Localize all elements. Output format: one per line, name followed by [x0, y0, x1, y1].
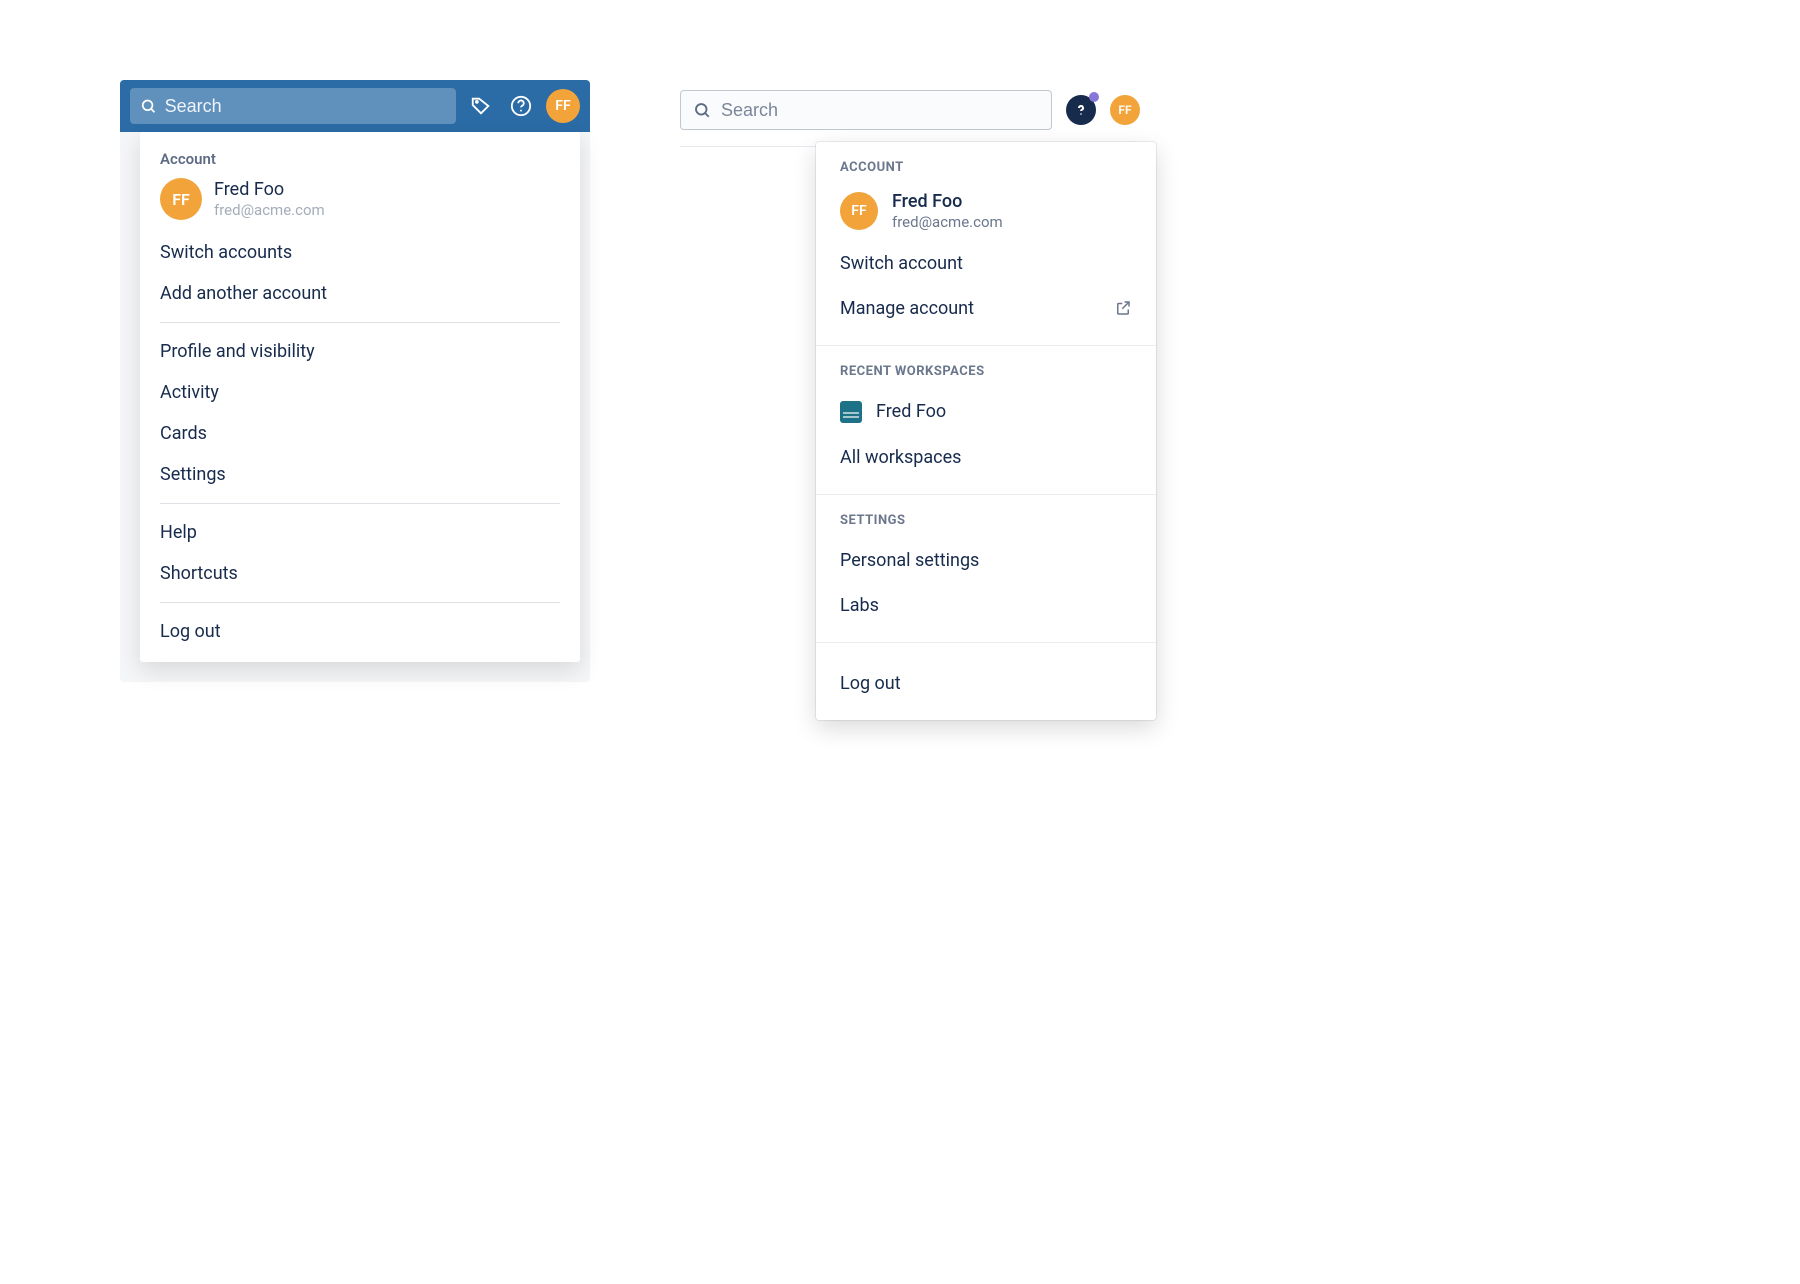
- avatar-right-header[interactable]: FF: [1110, 95, 1140, 125]
- help-icon: [1073, 102, 1089, 118]
- tag-icon-button[interactable]: [466, 91, 496, 121]
- section-logout-right: Log out: [816, 643, 1156, 720]
- menu-item-logout-right[interactable]: Log out: [816, 661, 1156, 706]
- menu-item-settings-left[interactable]: Settings: [140, 454, 580, 495]
- help-icon-button-left[interactable]: [506, 91, 536, 121]
- left-app-panel: FF Account FF Fred Foo fred@acme.com Swi…: [120, 80, 590, 682]
- section-recent-workspaces: Recent Workspaces Fred Foo All workspace…: [816, 346, 1156, 495]
- divider: [160, 602, 560, 603]
- right-header-bar: FF: [680, 90, 1140, 147]
- user-email-left: fred@acme.com: [214, 201, 325, 219]
- account-menu-right: Account FF Fred Foo fred@acme.com Switch…: [816, 142, 1156, 720]
- menu-item-manage-account[interactable]: Manage account: [816, 286, 1156, 331]
- menu-item-help[interactable]: Help: [140, 512, 580, 553]
- search-box-left[interactable]: [130, 88, 456, 124]
- section-account-right: Account FF Fred Foo fred@acme.com Switch…: [816, 142, 1156, 346]
- user-info-row-left: FF Fred Foo fred@acme.com: [140, 178, 580, 232]
- account-menu-left: Account FF Fred Foo fred@acme.com Switch…: [140, 132, 580, 662]
- menu-item-add-another-account[interactable]: Add another account: [140, 273, 580, 314]
- search-icon: [693, 101, 711, 119]
- avatar-left-menu: FF: [160, 178, 202, 220]
- menu-item-logout-left[interactable]: Log out: [140, 611, 580, 652]
- divider: [160, 322, 560, 323]
- workspace-icon: [840, 401, 862, 423]
- search-box-right[interactable]: [680, 90, 1052, 130]
- notification-dot: [1089, 92, 1099, 102]
- section-title-account-right: Account: [816, 160, 1156, 185]
- tag-icon: [470, 95, 492, 117]
- section-title-recent: Recent Workspaces: [816, 364, 1156, 389]
- search-icon: [140, 97, 157, 115]
- menu-item-all-workspaces[interactable]: All workspaces: [816, 435, 1156, 480]
- user-email-right: fred@acme.com: [892, 213, 1003, 231]
- search-input-right[interactable]: [721, 100, 1039, 121]
- divider: [160, 503, 560, 504]
- search-input-left[interactable]: [165, 96, 446, 117]
- menu-item-cards[interactable]: Cards: [140, 413, 580, 454]
- workspace-name-label: Fred Foo: [876, 401, 946, 422]
- menu-item-shortcuts[interactable]: Shortcuts: [140, 553, 580, 594]
- avatar-left-header[interactable]: FF: [546, 89, 580, 123]
- left-body: Account FF Fred Foo fred@acme.com Switch…: [120, 132, 590, 682]
- right-app-panel: FF Account FF Fred Foo fred@acme.com Swi…: [680, 90, 1140, 147]
- menu-item-profile-visibility[interactable]: Profile and visibility: [140, 331, 580, 372]
- user-name-right: Fred Foo: [892, 191, 1003, 213]
- help-icon: [510, 95, 532, 117]
- external-link-icon: [1114, 299, 1132, 317]
- menu-item-switch-accounts[interactable]: Switch accounts: [140, 232, 580, 273]
- menu-item-activity[interactable]: Activity: [140, 372, 580, 413]
- section-settings-right: Settings Personal settings Labs: [816, 495, 1156, 643]
- manage-account-label: Manage account: [840, 298, 974, 319]
- menu-item-labs[interactable]: Labs: [816, 583, 1156, 628]
- menu-item-personal-settings[interactable]: Personal settings: [816, 538, 1156, 583]
- user-info-row-right: FF Fred Foo fred@acme.com: [816, 185, 1156, 241]
- menu-item-switch-account[interactable]: Switch account: [816, 241, 1156, 286]
- menu-item-workspace[interactable]: Fred Foo: [816, 389, 1156, 435]
- help-icon-button-right[interactable]: [1066, 95, 1096, 125]
- section-title-settings: Settings: [816, 513, 1156, 538]
- section-title-account-left: Account: [140, 146, 580, 178]
- user-name-left: Fred Foo: [214, 179, 325, 201]
- avatar-right-menu: FF: [840, 192, 878, 230]
- left-header-bar: FF: [120, 80, 590, 132]
